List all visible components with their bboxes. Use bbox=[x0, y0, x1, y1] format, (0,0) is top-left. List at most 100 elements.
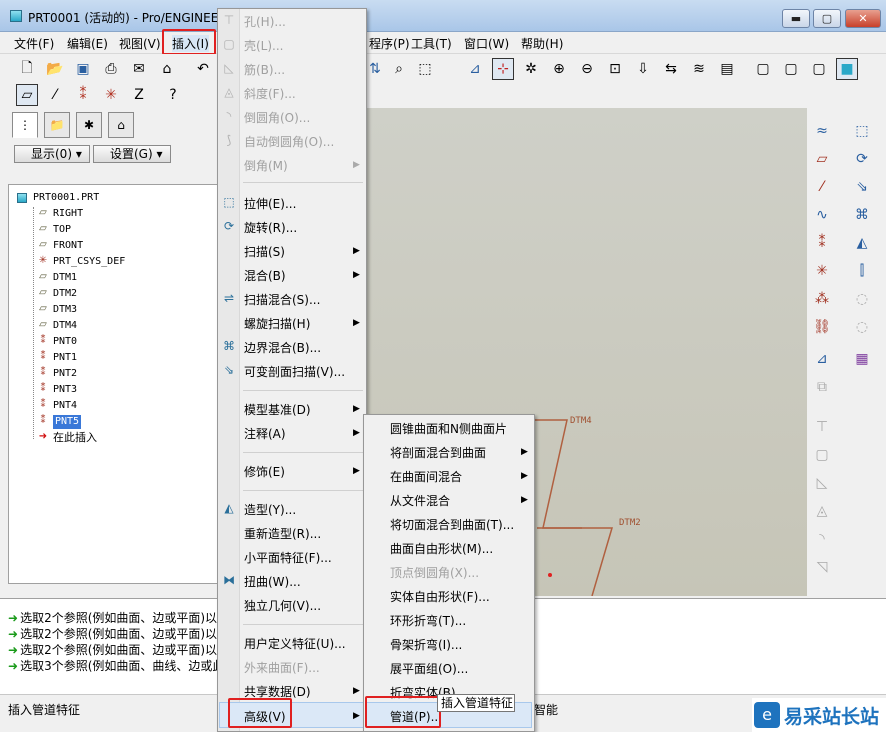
tree-item-dtm1[interactable]: DTM1 bbox=[53, 271, 77, 285]
menu-file[interactable]: 文件(F) bbox=[14, 35, 54, 52]
menu-program[interactable]: 程序(P) bbox=[369, 35, 410, 52]
menu-item-swept-blend[interactable]: 扫描混合(S)... bbox=[244, 291, 320, 308]
view-manager-icon[interactable]: ▤ bbox=[716, 58, 738, 80]
menu-view[interactable]: 视图(V) bbox=[119, 35, 161, 52]
menu-item-draft[interactable]: 斜度(F)... bbox=[244, 85, 296, 102]
tree-item-dtm4[interactable]: DTM4 bbox=[53, 319, 77, 333]
shading-icon[interactable]: ■ bbox=[836, 58, 858, 80]
save-icon[interactable]: ▣ bbox=[72, 58, 94, 80]
table-tool-icon[interactable]: ▦ bbox=[851, 348, 873, 370]
folder-tab-icon[interactable]: 📁 bbox=[44, 112, 70, 138]
menu-item-revolve[interactable]: 旋转(R)... bbox=[244, 219, 297, 236]
menu-item-independent-geometry[interactable]: 独立几何(V)... bbox=[244, 597, 321, 614]
layers-icon[interactable]: ≋ bbox=[688, 58, 710, 80]
mail-icon[interactable]: ✉ bbox=[128, 58, 150, 80]
new-file-icon[interactable]: 🗋 bbox=[16, 58, 38, 80]
print-icon[interactable]: ⎙ bbox=[100, 58, 122, 80]
menu-item-cosmetic[interactable]: 修饰(E) bbox=[244, 463, 285, 480]
chain-tool-icon[interactable]: ⛓ bbox=[811, 316, 833, 338]
datum-plane-tool-icon[interactable]: ▱ bbox=[811, 148, 833, 170]
tree-item-front[interactable]: FRONT bbox=[53, 239, 83, 253]
mirror-tool-icon[interactable]: ⫿ bbox=[851, 260, 873, 282]
tree-item-right[interactable]: RIGHT bbox=[53, 207, 83, 221]
csys-tool-icon[interactable]: ✳ bbox=[811, 260, 833, 282]
annotation-tool-icon[interactable]: ⊿ bbox=[811, 348, 833, 370]
wireframe-icon[interactable]: ▢ bbox=[752, 58, 774, 80]
menu-item-restyle[interactable]: 重新造型(R)... bbox=[244, 525, 321, 542]
find-icon[interactable]: ⌕ bbox=[388, 58, 410, 80]
menu-item-extrude[interactable]: 拉伸(E)... bbox=[244, 195, 296, 212]
tree-item-pnt4[interactable]: PNT4 bbox=[53, 399, 77, 413]
zoom-in-icon[interactable]: ⊕ bbox=[548, 58, 570, 80]
datum-axis-tool-icon[interactable]: ⁄ bbox=[811, 176, 833, 198]
menu-item-style[interactable]: 造型(Y)... bbox=[244, 501, 296, 518]
undo-icon[interactable]: ↶ bbox=[192, 58, 214, 80]
menu-item-conic-surface[interactable]: 圆锥曲面和N侧曲面片 bbox=[390, 420, 507, 437]
menu-item-foreign-surface[interactable]: 外来曲面(F)... bbox=[244, 659, 320, 676]
tree-item-insert-here[interactable]: 在此插入 bbox=[53, 431, 97, 445]
menu-item-blend-between-surfaces[interactable]: 在曲面间混合 bbox=[390, 468, 462, 485]
menu-item-tangent-blend[interactable]: 将切面混合到曲面(T)... bbox=[390, 516, 514, 533]
menu-item-rib[interactable]: 筋(B)... bbox=[244, 61, 285, 78]
menu-item-blend-from-file[interactable]: 从文件混合 bbox=[390, 492, 450, 509]
tree-item-pnt5[interactable]: PNT5 bbox=[53, 415, 82, 429]
spin-center-icon[interactable]: ⊹ bbox=[492, 58, 514, 80]
tree-item-dtm2[interactable]: DTM2 bbox=[53, 287, 77, 301]
no-hidden-icon[interactable]: ▢ bbox=[808, 58, 830, 80]
model-tree-tab-icon[interactable]: ⋮ bbox=[12, 112, 38, 138]
datum-point-display-icon[interactable]: ⁑ bbox=[72, 84, 94, 106]
datum-point-tool-icon[interactable]: ⁑ bbox=[811, 232, 833, 254]
favorites-tab-icon[interactable]: ✱ bbox=[76, 112, 102, 138]
datum-display-icon[interactable]: ⊿ bbox=[464, 58, 486, 80]
tree-item-pnt3[interactable]: PNT3 bbox=[53, 383, 77, 397]
maximize-button[interactable]: ▢ bbox=[813, 9, 841, 28]
menu-item-boundary-blend[interactable]: 边界混合(B)... bbox=[244, 339, 321, 356]
menu-item-auto-round[interactable]: 自动倒圆角(O)... bbox=[244, 133, 334, 150]
menu-item-section-to-surface[interactable]: 将剖面混合到曲面 bbox=[390, 444, 486, 461]
tree-item-pnt2[interactable]: PNT2 bbox=[53, 367, 77, 381]
minimize-button[interactable]: ▬ bbox=[782, 9, 810, 28]
sketch-tool-icon[interactable]: ≈ bbox=[811, 120, 833, 142]
menu-item-annotation[interactable]: 注释(A) bbox=[244, 425, 286, 442]
saved-views-icon[interactable]: ⇆ bbox=[660, 58, 682, 80]
menu-item-var-sweep[interactable]: 可变剖面扫描(V)... bbox=[244, 363, 345, 380]
revolve-tool-icon[interactable]: ⟳ bbox=[851, 148, 873, 170]
boundary-tool-icon[interactable]: ⌘ bbox=[851, 204, 873, 226]
hidden-line-icon[interactable]: ▢ bbox=[780, 58, 802, 80]
extrude-tool-icon[interactable]: ⬚ bbox=[851, 120, 873, 142]
menu-item-sweep[interactable]: 扫描(S) bbox=[244, 243, 285, 260]
menu-tools[interactable]: 工具(T) bbox=[411, 35, 452, 52]
datum-axis-display-icon[interactable]: ⁄ bbox=[44, 84, 66, 106]
datum-plane-display-icon[interactable]: ▱ bbox=[16, 84, 38, 106]
settings-dropdown[interactable]: 设置(G) ▾ bbox=[93, 145, 171, 163]
menu-item-blend[interactable]: 混合(B) bbox=[244, 267, 286, 284]
select-box-icon[interactable]: ⬚ bbox=[414, 58, 436, 80]
menu-item-shell[interactable]: 壳(L)... bbox=[244, 37, 284, 54]
analysis-tool-icon[interactable]: ⁂ bbox=[811, 288, 833, 310]
menu-item-hole[interactable]: 孔(H)... bbox=[244, 13, 286, 30]
menu-item-vertex-round[interactable]: 顶点倒圆角(X)... bbox=[390, 564, 479, 581]
orient-icon[interactable]: ✲ bbox=[520, 58, 542, 80]
open-folder-icon[interactable]: 📂 bbox=[44, 58, 66, 80]
tree-item-dtm3[interactable]: DTM3 bbox=[53, 303, 77, 317]
selection-filter[interactable]: 智能 bbox=[534, 701, 558, 718]
tree-item-pnt0[interactable]: PNT0 bbox=[53, 335, 77, 349]
menu-item-facet[interactable]: 小平面特征(F)... bbox=[244, 549, 332, 566]
variable-sweep-tool-icon[interactable]: ⇘ bbox=[851, 176, 873, 198]
annotation-display-icon[interactable]: Z bbox=[128, 84, 150, 106]
tree-item-csys[interactable]: PRT_CSYS_DEF bbox=[53, 255, 125, 269]
menu-item-solid-free-form[interactable]: 实体自由形状(F)... bbox=[390, 588, 490, 605]
style-tool-icon[interactable]: ◭ bbox=[851, 232, 873, 254]
menu-item-helical-sweep[interactable]: 螺旋扫描(H) bbox=[244, 315, 310, 332]
zoom-out-icon[interactable]: ⊖ bbox=[576, 58, 598, 80]
close-button[interactable]: ✕ bbox=[845, 9, 881, 28]
datum-curve-tool-icon[interactable]: ∿ bbox=[811, 204, 833, 226]
layer-tool-icon[interactable]: ⧉ bbox=[811, 376, 833, 398]
menu-item-toroidal-bend[interactable]: 环形折弯(T)... bbox=[390, 612, 466, 629]
mail2-icon[interactable]: ⌂ bbox=[156, 58, 178, 80]
menu-window[interactable]: 窗口(W) bbox=[464, 35, 509, 52]
tree-item-pnt1[interactable]: PNT1 bbox=[53, 351, 77, 365]
menu-item-model-datum[interactable]: 模型基准(D) bbox=[244, 401, 311, 418]
menu-help[interactable]: 帮助(H) bbox=[521, 35, 563, 52]
show-dropdown[interactable]: 显示(0) ▾ bbox=[14, 145, 90, 163]
